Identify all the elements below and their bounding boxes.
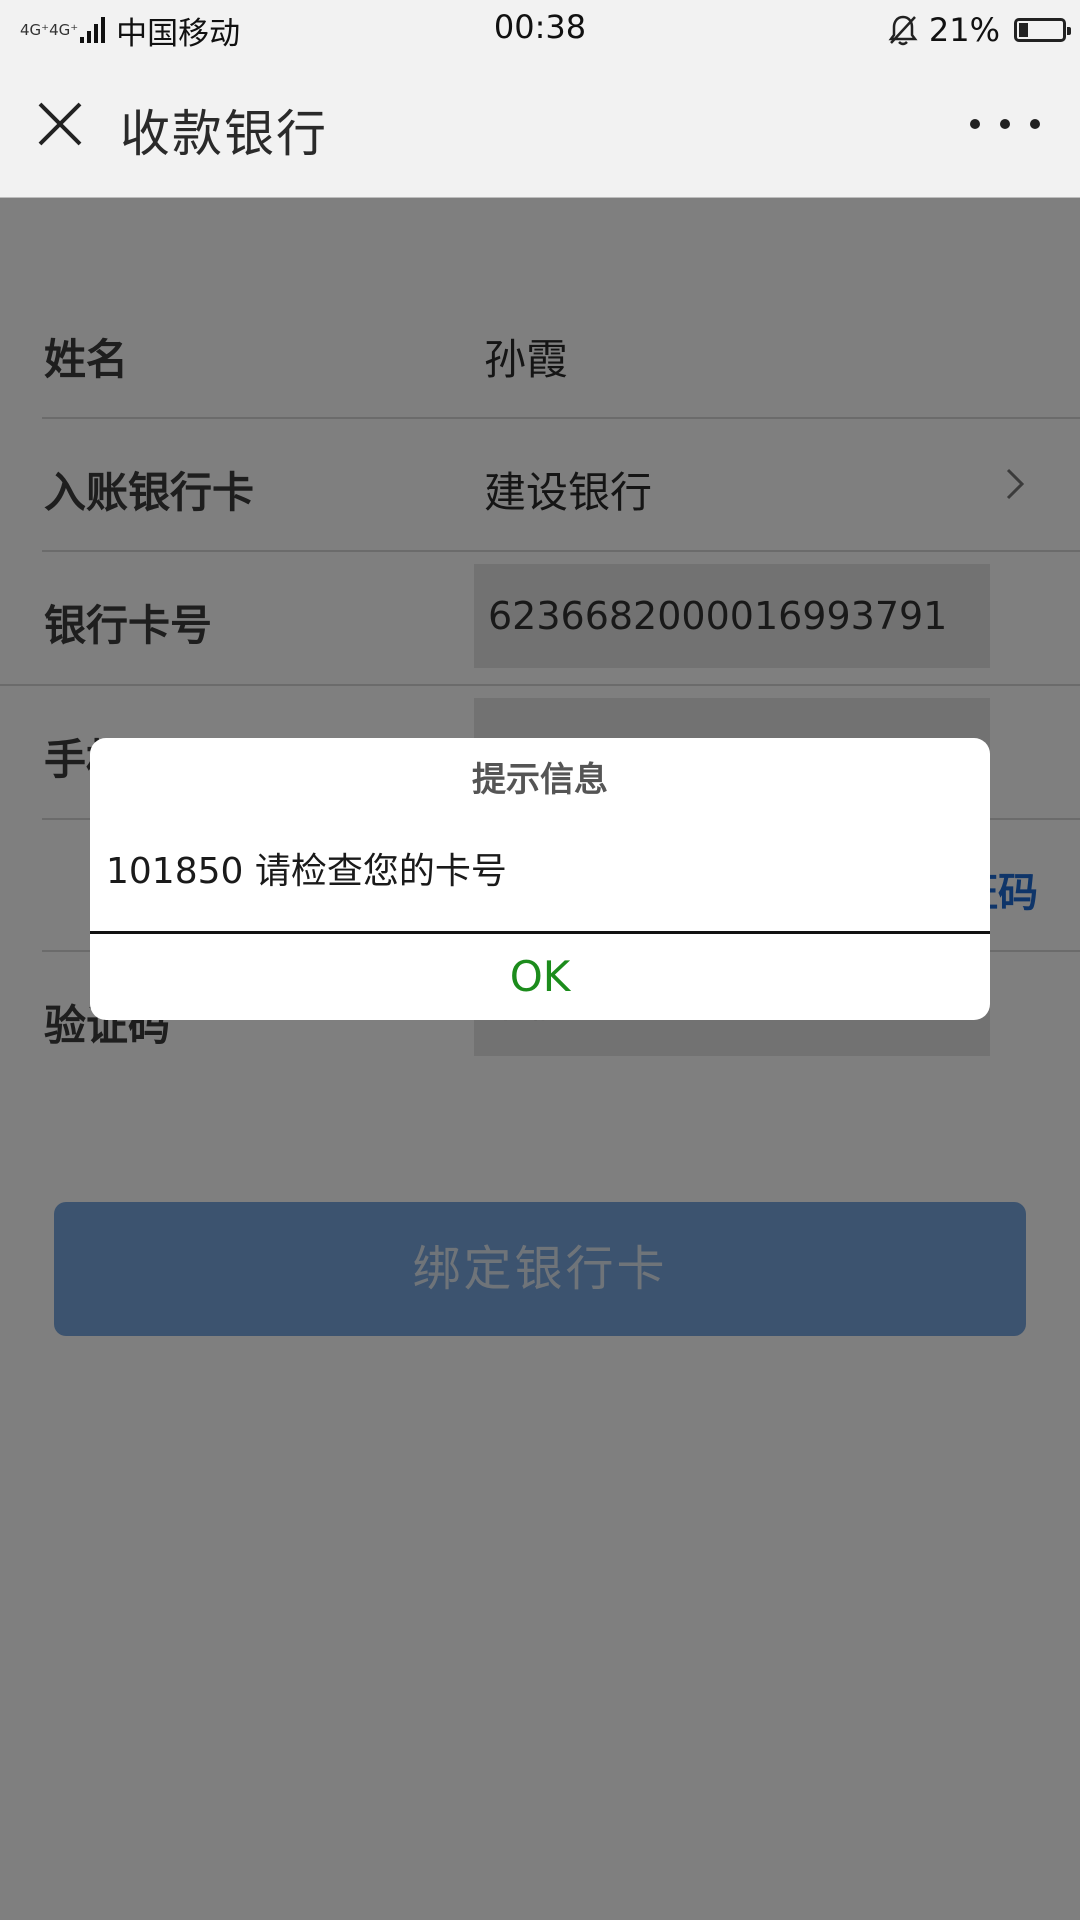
- close-icon: [38, 102, 82, 146]
- alarm-off-icon: [888, 15, 918, 46]
- battery-fill: [1019, 23, 1028, 37]
- battery-icon: [1014, 18, 1071, 42]
- dialog-title: 提示信息: [472, 760, 608, 800]
- alert-dialog: 提示信息 101850 请检查您的卡号 OK: [90, 738, 990, 1020]
- status-bar: 4G⁺4G⁺ 中国移动 00:38 21%: [0, 0, 1080, 58]
- page-title: 收款银行: [120, 105, 328, 163]
- dialog-message: 101850 请检查您的卡号: [106, 851, 507, 892]
- more-icon-dot: [970, 119, 980, 129]
- close-button[interactable]: [32, 96, 88, 152]
- ok-button[interactable]: OK: [90, 934, 990, 1020]
- modal-overlay: [0, 198, 1080, 1920]
- nav-bar: 收款银行: [0, 58, 1080, 198]
- battery-percent: 21%: [928, 11, 1000, 49]
- more-icon-dot: [1000, 119, 1010, 129]
- status-right: 21%: [887, 8, 1071, 52]
- more-icon-dot: [1030, 119, 1040, 129]
- more-button[interactable]: [970, 104, 1040, 144]
